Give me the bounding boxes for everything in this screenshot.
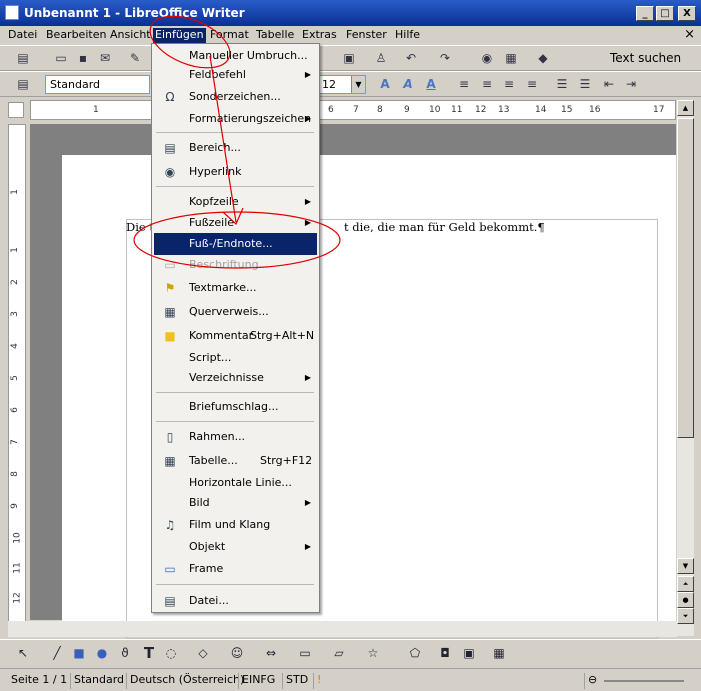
annotation-ellipse-menu bbox=[149, 15, 231, 69]
annotation-arrow-head bbox=[222, 207, 244, 226]
annotation-arrow-line bbox=[209, 55, 237, 223]
annotation-overlay bbox=[133, 15, 341, 269]
